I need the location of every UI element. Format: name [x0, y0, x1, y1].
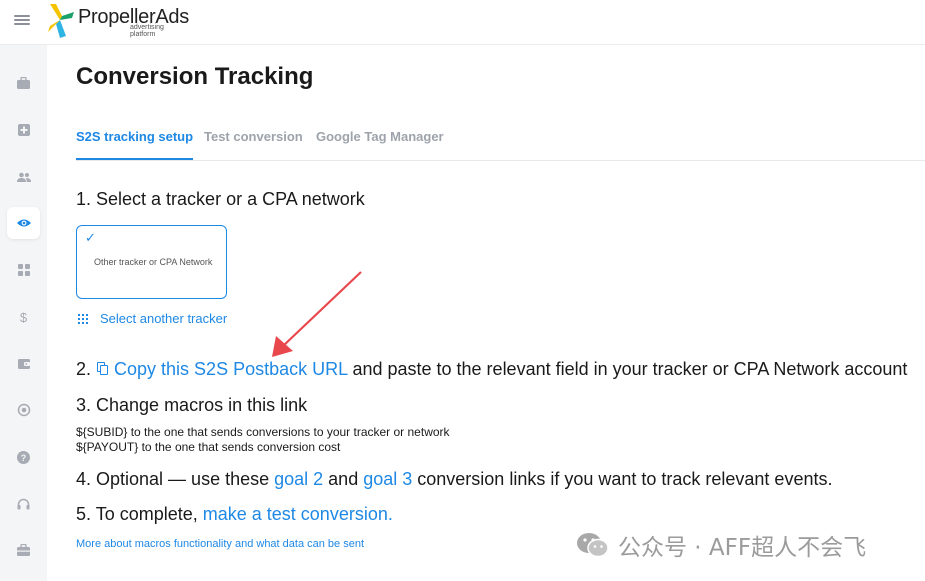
tab-test-conversion[interactable]: Test conversion	[204, 129, 303, 160]
sidebar-item-help[interactable]: ?	[7, 441, 40, 473]
copy-icon[interactable]	[97, 362, 109, 376]
wallet-icon	[17, 359, 30, 369]
step4-prefix: 4. Optional — use these	[76, 469, 275, 489]
tab-google-tag-manager[interactable]: Google Tag Manager	[316, 129, 444, 160]
sidebar-item-dashboard[interactable]	[7, 254, 40, 286]
sidebar-item-campaigns[interactable]	[7, 67, 40, 99]
check-icon: ✓	[85, 230, 96, 245]
step4-line: 4. Optional — use these goal 2 and goal …	[76, 469, 832, 490]
dollar-icon: $	[19, 309, 28, 325]
add-box-icon	[17, 124, 30, 136]
step3-heading: 3. Change macros in this link	[76, 395, 308, 415]
sidebar: $ ?	[0, 45, 47, 581]
wechat-logo-icon	[577, 533, 609, 558]
sidebar-item-creatives[interactable]	[7, 114, 40, 146]
step2-line: 2. Copy this S2S Postback URL and paste t…	[76, 359, 907, 380]
headset-icon	[17, 498, 30, 509]
tab-s2s-tracking-setup[interactable]: S2S tracking setup	[76, 129, 194, 160]
toolbox-icon	[17, 544, 30, 556]
step1-heading: 1. Select a tracker or a CPA network	[76, 189, 365, 209]
make-test-conversion-link[interactable]: make a test conversion.	[203, 504, 393, 524]
goal2-link[interactable]: goal 2	[274, 469, 323, 489]
apps-grid-icon	[78, 313, 88, 324]
macros-info-link[interactable]: More about macros functionality and what…	[76, 538, 364, 550]
sidebar-item-finance[interactable]: $	[7, 301, 40, 333]
watermark-text: 公众号 · AFF超人不会飞	[618, 535, 867, 561]
propellerads-logo[interactable]: PropellerAds advertising platform	[46, 2, 189, 40]
watermark: 公众号 · AFF超人不会飞	[576, 530, 896, 561]
sidebar-item-audiences[interactable]	[7, 161, 40, 193]
sidebar-item-tools[interactable]	[7, 534, 40, 566]
step4-middle: and	[323, 469, 364, 489]
step2-prefix: 2.	[76, 359, 92, 379]
tracker-option-card[interactable]: ✓ Other tracker or CPA Network	[76, 225, 227, 299]
copy-postback-url-link[interactable]: Copy this S2S Postback URL	[114, 359, 347, 379]
people-icon	[16, 172, 31, 182]
step2-suffix: and paste to the relevant field in your …	[347, 359, 908, 379]
hamburger-menu-icon[interactable]	[14, 13, 32, 27]
svg-text:?: ?	[21, 453, 27, 463]
sidebar-item-support[interactable]	[7, 488, 40, 520]
top-bar: PropellerAds advertising platform	[0, 0, 925, 45]
main-content: Conversion Tracking S2S tracking setup T…	[47, 45, 925, 581]
help-icon: ?	[17, 450, 30, 464]
sidebar-item-tracking[interactable]	[7, 207, 40, 239]
brand-tagline: advertising platform	[130, 24, 164, 38]
propeller-logo-mark	[48, 4, 74, 38]
sidebar-item-referral[interactable]	[7, 394, 40, 426]
briefcase-icon	[17, 77, 30, 89]
select-another-tracker-link[interactable]: Select another tracker	[78, 311, 227, 326]
step5-line: 5. To complete, make a test conversion.	[76, 504, 393, 525]
tracker-option-label: Other tracker or CPA Network	[94, 257, 213, 267]
eye-icon	[16, 219, 31, 227]
sidebar-item-wallet[interactable]	[7, 348, 40, 380]
step5-prefix: 5. To complete,	[76, 504, 203, 524]
macro-payout-text: ${PAYOUT} to the one that sends conversi…	[76, 440, 341, 454]
macro-subid-text: ${SUBID} to the one that sends conversio…	[76, 425, 450, 439]
step4-suffix: conversion links if you want to track re…	[412, 469, 833, 489]
select-another-tracker-label: Select another tracker	[100, 311, 228, 326]
page-title: Conversion Tracking	[76, 63, 314, 90]
goal3-link[interactable]: goal 3	[363, 469, 412, 489]
tab-bar: S2S tracking setup Test conversion Googl…	[76, 129, 925, 161]
grid-dashboard-icon	[17, 264, 30, 276]
referral-cycle-icon	[17, 403, 30, 417]
